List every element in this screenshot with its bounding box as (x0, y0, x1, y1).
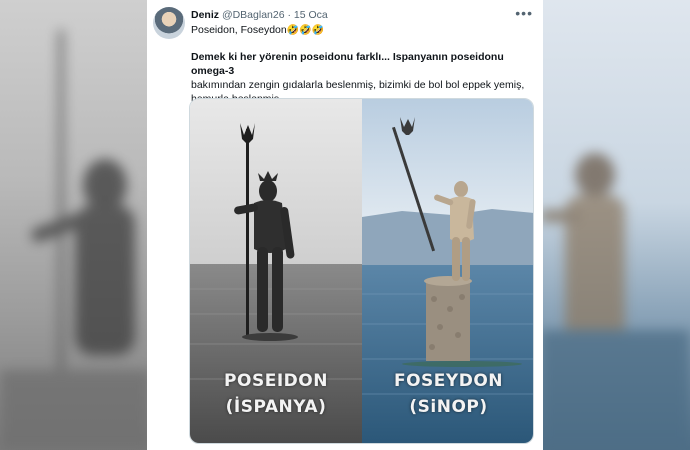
background-right-blur (540, 0, 690, 450)
caption-left-subtitle: (İSPANYA) (225, 397, 327, 417)
foseydon-statue-image (362, 99, 533, 443)
tweet-header: Deniz @DBaglan26 · 15 Oca (191, 9, 328, 21)
laughing-emoji-icon: 🤣🤣🤣 (286, 25, 325, 36)
separator-dot: · (287, 9, 291, 21)
tweet-media[interactable]: POSEIDON (İSPANYA) FOSEYDON (SiNOP) (189, 98, 534, 444)
media-panel-right: FOSEYDON (SiNOP) (362, 99, 533, 443)
display-name[interactable]: Deniz (191, 9, 219, 21)
media-panel-left: POSEIDON (İSPANYA) (190, 99, 362, 443)
background-left-blur (0, 0, 150, 450)
tweet-card[interactable]: Deniz @DBaglan26 · 15 Oca ••• Poseidon, … (147, 0, 543, 450)
tweet-body-bold: Demek ki her yörenin poseidonu farklı...… (191, 51, 504, 77)
caption-right-title: FOSEYDON (393, 371, 504, 391)
tweet-first-line-text: Poseidon, Foseydon (191, 24, 287, 36)
tweet-first-line: Poseidon, Foseydon🤣🤣🤣 (191, 24, 324, 36)
blurred-statue-left (0, 30, 150, 450)
user-handle[interactable]: @DBaglan26 (222, 9, 285, 21)
blurred-statue-right (540, 153, 690, 450)
more-icon[interactable]: ••• (515, 5, 533, 21)
caption-right-subtitle: (SiNOP) (409, 397, 488, 417)
avatar[interactable] (153, 7, 185, 39)
tweet-date[interactable]: 15 Oca (294, 9, 328, 21)
caption-left-title: POSEIDON (224, 371, 328, 391)
poseidon-statue-image (190, 99, 362, 443)
